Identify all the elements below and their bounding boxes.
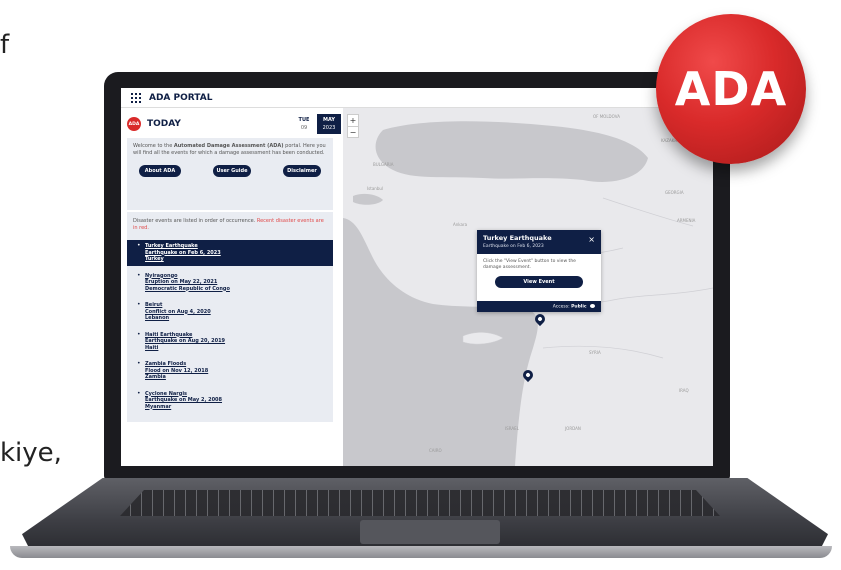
intro-buttons: About ADA User Guide Disclaimer xyxy=(133,165,327,177)
eye-icon xyxy=(590,304,595,308)
map-label: Ankara xyxy=(453,222,468,227)
popup-header: Turkey Earthquake Earthquake on Feb 6, 2… xyxy=(477,230,601,254)
date-month: MAY xyxy=(323,117,335,123)
event-popup: Turkey Earthquake Earthquake on Feb 6, 2… xyxy=(477,230,601,312)
intro-panel: Welcome to the Automated Damage Assessme… xyxy=(127,138,333,210)
events-panel: Disaster events are listed in order of o… xyxy=(127,212,333,422)
event-location[interactable]: Myanmar xyxy=(145,404,323,411)
view-event-button[interactable]: View Event xyxy=(495,276,583,288)
sidebar: ADA TODAY TUE 09 MAY 2023 Welcome to the… xyxy=(121,108,343,466)
date-month-box: MAY 2023 xyxy=(317,114,341,134)
event-item-zambia[interactable]: Zambia Floods Flood on Nov 12, 2018 Zamb… xyxy=(133,358,327,384)
laptop-screen: ADA PORTAL ADA TODAY TUE 09 MAY 2023 Wel… xyxy=(121,88,713,466)
about-ada-button[interactable]: About ADA xyxy=(139,165,181,177)
background-text-left: f xyxy=(0,30,10,60)
laptop-base-edge xyxy=(10,546,832,558)
app-header: ADA PORTAL xyxy=(121,88,713,108)
app-title: ADA PORTAL xyxy=(149,92,213,103)
background-text-bottom: kiye, xyxy=(0,438,62,468)
map-label: ARMENIA xyxy=(677,218,696,223)
marmara-sea xyxy=(353,193,383,205)
ada-badge-logo: ADA xyxy=(656,14,806,164)
today-label: TODAY xyxy=(147,119,181,129)
disclaimer-button[interactable]: Disclaimer xyxy=(283,165,321,177)
date-year: 2023 xyxy=(322,125,336,131)
intro-text: Welcome to the Automated Damage Assessme… xyxy=(133,143,326,156)
laptop-trackpad xyxy=(360,520,500,544)
laptop-keyboard xyxy=(120,490,720,516)
ada-logo: ADA xyxy=(127,117,141,131)
intro-bold: Automated Damage Assessment (ADA) xyxy=(173,143,284,149)
date-weekday: TUE xyxy=(298,117,310,123)
user-guide-button[interactable]: User Guide xyxy=(213,165,251,177)
map-label: SYRIA xyxy=(589,350,601,355)
black-sea xyxy=(375,121,648,182)
events-list: Turkey Earthquake Earthquake on Feb 6, 2… xyxy=(127,240,333,414)
popup-body-text: Click the "View Event" button to view th… xyxy=(483,259,576,270)
popup-body: Click the "View Event" button to view th… xyxy=(477,254,601,293)
map-view[interactable]: OF MOLDOVA KAZAKHSTAN GEORGIA BULGARIA S… xyxy=(343,108,713,466)
map-label: GEORGIA xyxy=(665,190,684,195)
zoom-out-button[interactable]: − xyxy=(348,126,358,137)
event-item-turkey[interactable]: Turkey Earthquake Earthquake on Feb 6, 2… xyxy=(127,240,333,266)
event-item-haiti[interactable]: Haiti Earthquake Earthquake on Aug 20, 2… xyxy=(133,329,327,355)
popup-title: Turkey Earthquake xyxy=(483,234,552,242)
event-location[interactable]: Zambia xyxy=(145,374,323,381)
popup-subtitle: Earthquake on Feb 6, 2023 xyxy=(483,244,544,249)
event-item-nargis[interactable]: Cyclone Nargis Earthquake on May 2, 2008… xyxy=(133,388,327,414)
map-label: OF MOLDOVA xyxy=(593,114,620,119)
date-day: 09 xyxy=(300,125,308,131)
zoom-controls: + − xyxy=(347,114,359,138)
apps-grid-icon[interactable] xyxy=(131,92,141,103)
event-location[interactable]: Haiti xyxy=(145,345,323,352)
map-label: IRAQ xyxy=(679,388,689,393)
date-day-box: TUE 09 xyxy=(293,114,315,134)
event-item-nyiragongo[interactable]: Nyiragongo Eruption on May 22, 2021 Demo… xyxy=(133,270,327,296)
access-value: Public xyxy=(571,304,587,310)
close-icon[interactable]: × xyxy=(588,236,595,244)
zoom-in-button[interactable]: + xyxy=(348,115,358,126)
event-item-beirut[interactable]: Beirut Conflict on Aug 4, 2020 Lebanon xyxy=(133,299,327,325)
popup-footer: Access: Public xyxy=(477,301,601,312)
event-location[interactable]: Lebanon xyxy=(145,315,323,322)
event-location[interactable]: Democratic Republic of Congo xyxy=(145,286,323,293)
ada-badge-label: ADA xyxy=(674,62,788,116)
event-location[interactable]: Turkey xyxy=(145,256,329,263)
access-label: Access: xyxy=(552,304,570,310)
events-intro: Disaster events are listed in order of o… xyxy=(133,218,324,231)
map-label: Istanbul xyxy=(367,186,384,191)
map-label: ISRAEL xyxy=(505,426,519,431)
today-row: ADA TODAY TUE 09 MAY 2023 xyxy=(127,114,341,134)
map-label: BULGARIA xyxy=(373,162,394,167)
map-label: CAIRO xyxy=(429,448,442,453)
map-label: JORDAN xyxy=(565,426,581,431)
